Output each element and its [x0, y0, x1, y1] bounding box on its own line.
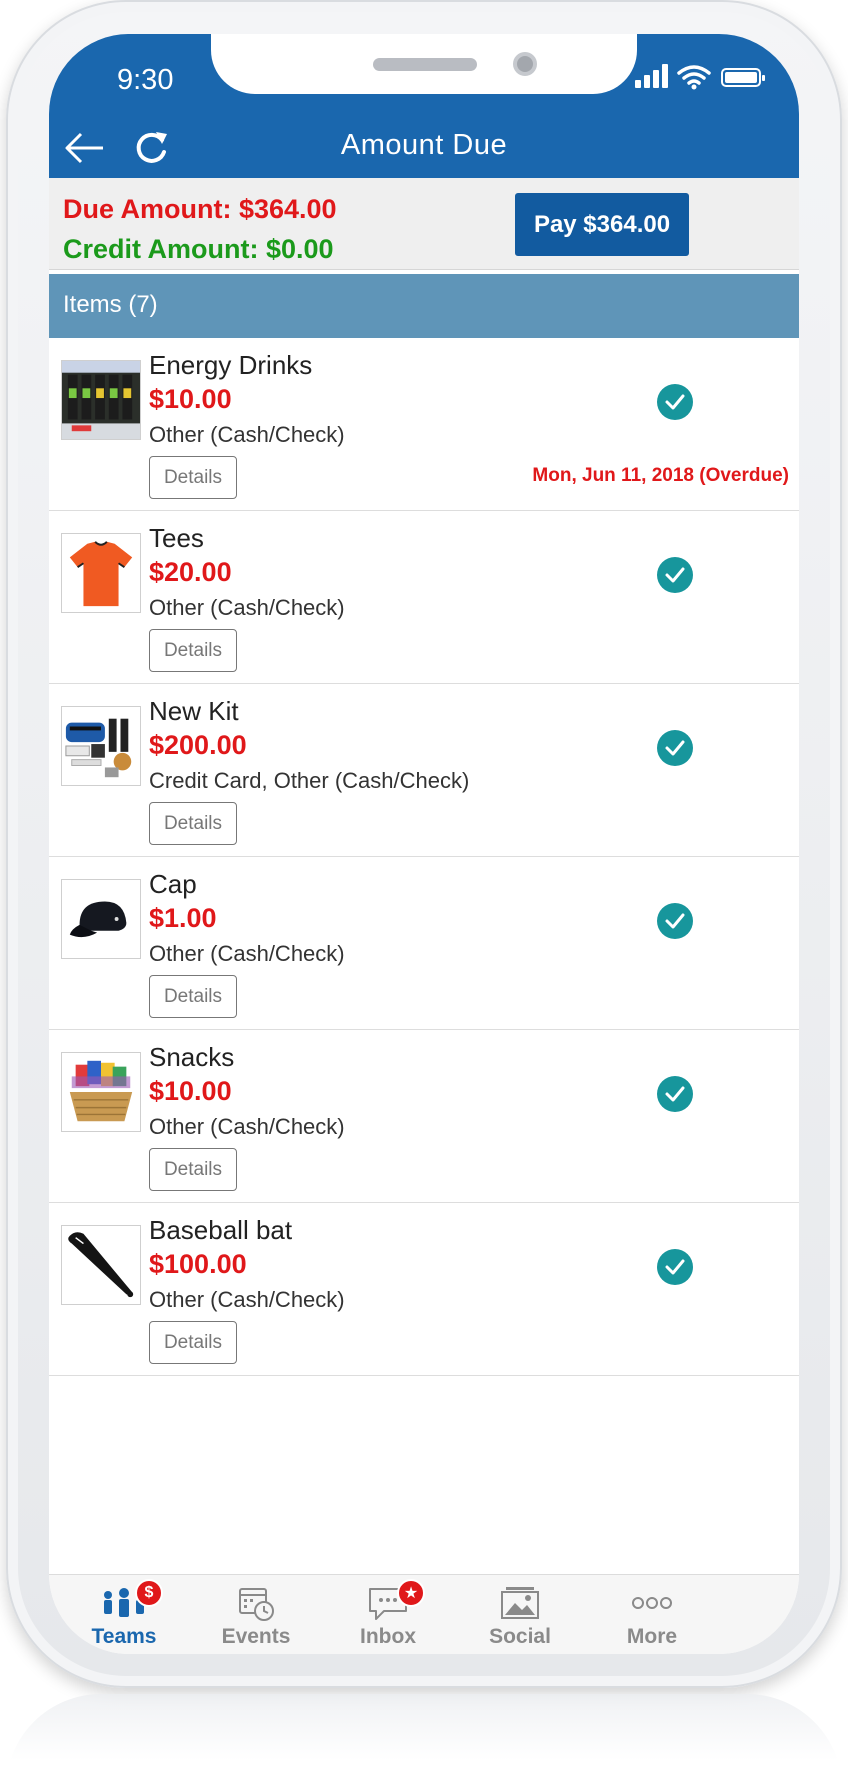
list-item[interactable]: Baseball bat $100.00 Other (Cash/Check) …: [49, 1203, 799, 1376]
more-dots-icon: [632, 1597, 672, 1609]
items-section-header: Items (7): [49, 274, 799, 338]
list-item[interactable]: Tees $20.00 Other (Cash/Check) Details: [49, 511, 799, 684]
tab-inbox[interactable]: ★ Inbox: [313, 1575, 463, 1654]
check-icon[interactable]: [657, 730, 693, 766]
item-price: $1.00: [149, 903, 217, 933]
check-icon[interactable]: [657, 384, 693, 420]
item-payment-method: Other (Cash/Check): [149, 422, 345, 447]
credit-amount: Credit Amount: $0.00: [63, 234, 334, 264]
item-payment-method: Credit Card, Other (Cash/Check): [149, 768, 470, 793]
bottom-tab-bar: $ Teams Events ★ Inbox Social More: [49, 1574, 799, 1654]
check-icon[interactable]: [657, 1249, 693, 1285]
due-amount: Due Amount: $364.00: [63, 194, 337, 224]
status-icons: [635, 64, 765, 94]
details-button[interactable]: Details: [149, 1148, 237, 1191]
tab-label-social: Social: [489, 1625, 551, 1648]
wifi-icon: [677, 65, 711, 90]
status-time: 9:30: [117, 64, 174, 96]
item-payment-method: Other (Cash/Check): [149, 941, 345, 966]
item-price: $20.00: [149, 557, 232, 587]
details-button[interactable]: Details: [149, 1321, 237, 1364]
amount-summary: Due Amount: $364.00 Credit Amount: $0.00…: [49, 178, 799, 270]
item-name: Energy Drinks: [149, 350, 313, 380]
list-item[interactable]: Cap $1.00 Other (Cash/Check) Details: [49, 857, 799, 1030]
tab-label-inbox: Inbox: [360, 1625, 416, 1648]
pay-button[interactable]: Pay $364.00: [515, 193, 689, 256]
cap-image: [61, 879, 141, 959]
tab-label-more: More: [626, 1625, 678, 1648]
item-name: Snacks: [149, 1042, 235, 1072]
refresh-icon[interactable]: [129, 126, 173, 170]
items-list: Energy Drinks $10.00 Other (Cash/Check) …: [49, 338, 799, 1376]
check-icon[interactable]: [657, 1076, 693, 1112]
tab-social[interactable]: Social: [445, 1575, 595, 1654]
details-button[interactable]: Details: [149, 802, 237, 845]
teams-dollar-badge: $: [135, 1579, 163, 1607]
list-item[interactable]: Snacks $10.00 Other (Cash/Check) Details: [49, 1030, 799, 1203]
phone-notch: [211, 34, 637, 94]
calendar-clock-icon: [239, 1588, 274, 1621]
item-payment-method: Other (Cash/Check): [149, 1114, 345, 1139]
details-button[interactable]: Details: [149, 629, 237, 672]
tab-label-teams: Teams: [91, 1625, 157, 1648]
item-price: $10.00: [149, 384, 232, 414]
battery-icon: [721, 68, 765, 87]
energy-drinks-image: [61, 360, 141, 440]
speaker-grille: [373, 58, 477, 71]
tab-more[interactable]: More: [577, 1575, 727, 1654]
check-icon[interactable]: [657, 557, 693, 593]
item-payment-method: Other (Cash/Check): [149, 595, 345, 620]
check-icon[interactable]: [657, 903, 693, 939]
back-arrow-icon[interactable]: [61, 126, 109, 170]
item-price: $100.00: [149, 1249, 247, 1279]
details-button[interactable]: Details: [149, 975, 237, 1018]
list-item[interactable]: New Kit $200.00 Credit Card, Other (Cash…: [49, 684, 799, 857]
list-item[interactable]: Energy Drinks $10.00 Other (Cash/Check) …: [49, 338, 799, 511]
photo-gallery-icon: [501, 1587, 539, 1619]
item-name: Cap: [149, 869, 197, 899]
tab-events[interactable]: Events: [181, 1575, 331, 1654]
details-button[interactable]: Details: [149, 456, 237, 499]
tab-label-events: Events: [221, 1625, 291, 1648]
item-name: New Kit: [149, 696, 239, 726]
baseball-bat-image: [61, 1225, 141, 1305]
page-title: Amount Due: [340, 129, 508, 161]
app-screen: 9:30 Amount Due Due Amount: $364.00 Cred…: [49, 34, 799, 1654]
item-name: Tees: [149, 523, 204, 553]
items-count-label: Items (7): [63, 291, 158, 318]
tee-shirt-image: [61, 533, 141, 613]
item-name: Baseball bat: [149, 1215, 293, 1245]
signal-icon: [635, 64, 669, 88]
phone-reflection: [6, 1694, 842, 1789]
overdue-date: Mon, Jun 11, 2018 (Overdue): [532, 465, 789, 486]
tab-teams[interactable]: $ Teams: [49, 1575, 199, 1654]
item-payment-method: Other (Cash/Check): [149, 1287, 345, 1312]
front-camera: [513, 52, 537, 76]
item-price: $200.00: [149, 730, 247, 760]
snacks-image: [61, 1052, 141, 1132]
kit-image: [61, 706, 141, 786]
inbox-star-badge: ★: [397, 1579, 425, 1607]
item-price: $10.00: [149, 1076, 232, 1106]
